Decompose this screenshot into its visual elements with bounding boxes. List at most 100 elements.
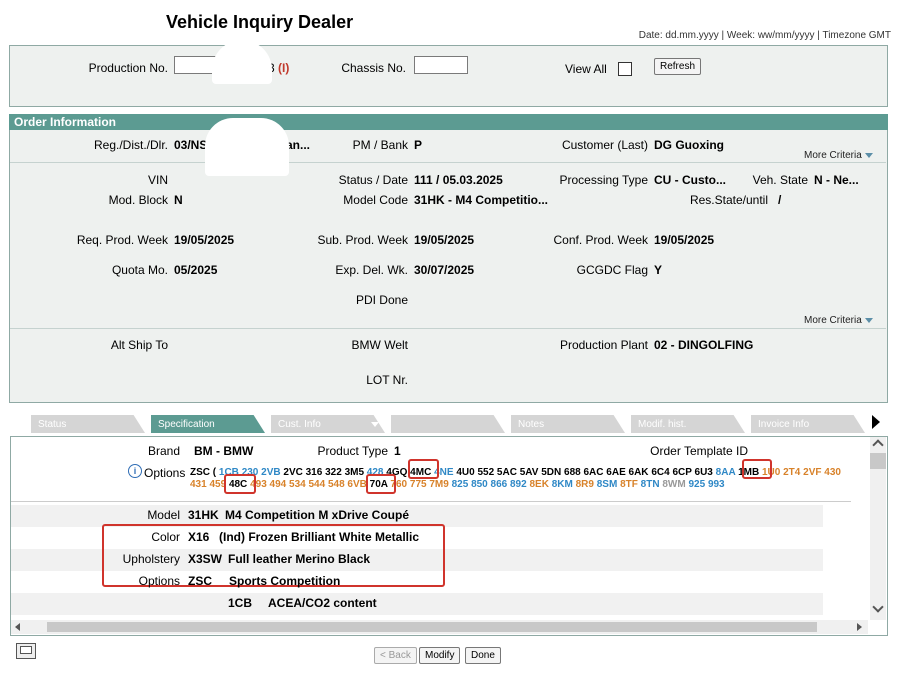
upholstery-label: Upholstery bbox=[122, 552, 180, 566]
option-code: 850 bbox=[471, 479, 488, 490]
sub-prod-week-value: 19/05/2025 bbox=[414, 233, 475, 247]
options-codes-line-2: 431 459 48C 493 494 534 544 548 6VB 70A … bbox=[190, 478, 725, 491]
refresh-button[interactable]: Refresh bbox=[654, 58, 702, 75]
print-icon[interactable] bbox=[16, 643, 36, 659]
bmw-welt-label: BMW Welt bbox=[351, 338, 408, 352]
brand-label: Brand bbox=[147, 444, 180, 458]
modify-button[interactable]: Modify bbox=[419, 647, 461, 664]
option-code: 5AV bbox=[519, 467, 539, 478]
option-code: 892 bbox=[510, 479, 527, 490]
option-code: 430 bbox=[824, 467, 841, 478]
option-code: 866 bbox=[490, 479, 508, 490]
print-icon-paper bbox=[20, 646, 32, 654]
info-icon[interactable]: i bbox=[128, 464, 142, 478]
production-no-label: Production No. bbox=[88, 61, 168, 75]
status-date-value: 111 / 05.03.2025 bbox=[414, 173, 503, 187]
conf-prod-week-label: Conf. Prod. Week bbox=[553, 233, 649, 247]
reg-dist-dlr-label: Reg./Dist./Dlr. bbox=[93, 138, 168, 152]
model-label: Model bbox=[147, 508, 180, 522]
option-code: 6VB bbox=[347, 479, 367, 490]
option-code: 3M5 bbox=[344, 467, 365, 478]
more-criteria-toggle-2[interactable]: More Criteria bbox=[804, 315, 873, 326]
vertical-scrollbar[interactable] bbox=[870, 437, 886, 620]
tab-cust-info[interactable]: Cust. Info bbox=[271, 415, 385, 433]
lot-nr-label: LOT Nr. bbox=[366, 373, 408, 387]
exp-del-wk-label: Exp. Del. Wk. bbox=[335, 263, 408, 277]
view-all-checkbox[interactable] bbox=[618, 62, 632, 76]
reg-dist-dlr-value-tail: an... bbox=[286, 138, 311, 152]
scroll-thumb[interactable] bbox=[870, 453, 886, 469]
scroll-down-icon[interactable] bbox=[872, 601, 884, 613]
option-code: 2VF bbox=[803, 467, 822, 478]
alt-ship-to-label: Alt Ship To bbox=[110, 338, 168, 352]
gcgdc-flag-value: Y bbox=[654, 263, 663, 277]
scroll-left-icon[interactable] bbox=[15, 623, 20, 631]
option-code: 2VB bbox=[261, 467, 281, 478]
option-code: 8WM bbox=[662, 479, 686, 490]
option-code: 316 bbox=[305, 467, 323, 478]
option-code: 8SM bbox=[596, 479, 618, 490]
option-code: 544 bbox=[308, 479, 326, 490]
pdi-done-label: PDI Done bbox=[355, 293, 408, 307]
color-description: (Ind) Frozen Brilliant White Metallic bbox=[219, 530, 420, 544]
option-code: 6AC bbox=[583, 467, 604, 478]
scroll-thumb-h[interactable] bbox=[47, 622, 817, 632]
scroll-up-icon[interactable] bbox=[872, 439, 884, 451]
page-title: Vehicle Inquiry Dealer bbox=[166, 12, 354, 32]
option-code: 7M9 bbox=[429, 479, 449, 490]
extra-option-code: 1CB bbox=[228, 596, 253, 610]
option-code: 431 bbox=[190, 479, 207, 490]
option-code: 548 bbox=[327, 479, 345, 490]
production-no-marker: (I) bbox=[278, 61, 290, 75]
tab-hidden[interactable] bbox=[391, 415, 505, 433]
option-code: 322 bbox=[325, 467, 342, 478]
production-plant-value: 02 - DINGOLFING bbox=[654, 338, 754, 352]
more-criteria-label: More Criteria bbox=[804, 315, 862, 326]
option-code: 2VC bbox=[283, 467, 303, 478]
option-code: 552 bbox=[477, 467, 495, 478]
chevron-down-icon bbox=[864, 152, 873, 158]
option-code: 8EK bbox=[529, 479, 549, 490]
highlight-1mb bbox=[742, 459, 772, 479]
option-code: 6U3 bbox=[694, 467, 713, 478]
tabs-scroll-right-icon[interactable] bbox=[872, 415, 880, 429]
back-button[interactable]: < Back bbox=[374, 647, 417, 664]
chevron-down-icon bbox=[371, 422, 379, 427]
chassis-no-input[interactable] bbox=[414, 56, 468, 74]
status-date-label: Status / Date bbox=[338, 173, 408, 187]
scroll-right-icon[interactable] bbox=[857, 623, 862, 631]
color-code: X16 bbox=[188, 530, 210, 544]
res-state-label: Res.State/until bbox=[689, 193, 768, 207]
order-info-panel bbox=[9, 114, 888, 403]
option-code: 2T4 bbox=[783, 467, 801, 478]
tab-modif-hist[interactable]: Modif. hist. bbox=[631, 415, 745, 433]
tab-invoice-info[interactable]: Invoice Info bbox=[751, 415, 865, 433]
tab-notes[interactable]: Notes bbox=[511, 415, 625, 433]
tab-specification[interactable]: Specification bbox=[151, 415, 265, 433]
exp-del-wk-value: 30/07/2025 bbox=[414, 263, 475, 277]
sub-prod-week-label: Sub. Prod. Week bbox=[317, 233, 409, 247]
option-code: 8KM bbox=[551, 479, 573, 490]
customer-last-label: Customer (Last) bbox=[561, 138, 648, 152]
option-code: 825 bbox=[451, 479, 469, 490]
req-prod-week-value: 19/05/2025 bbox=[174, 233, 235, 247]
req-prod-week-label: Req. Prod. Week bbox=[76, 233, 168, 247]
customer-last-value: DG Guoxing bbox=[654, 138, 724, 152]
product-type-label: Product Type bbox=[317, 444, 389, 458]
separator bbox=[11, 501, 851, 502]
mod-block-label: Mod. Block bbox=[108, 193, 168, 207]
tab-status[interactable]: Status bbox=[31, 415, 145, 433]
upholstery-description: Full leather Merino Black bbox=[228, 552, 371, 566]
reg-dist-dlr-value: 03/NS bbox=[174, 138, 208, 152]
highlight-4mc bbox=[408, 459, 439, 479]
quota-mo-value: 05/2025 bbox=[174, 263, 218, 277]
processing-type-label: Processing Type bbox=[559, 173, 649, 187]
horizontal-scrollbar[interactable] bbox=[11, 620, 868, 634]
more-criteria-toggle[interactable]: More Criteria bbox=[804, 150, 873, 161]
done-button[interactable]: Done bbox=[465, 647, 501, 664]
option-code: 6CP bbox=[672, 467, 692, 478]
option-code: 5DN bbox=[541, 467, 562, 478]
extra-row bbox=[11, 593, 823, 615]
option-code: 688 bbox=[564, 467, 581, 478]
color-label: Color bbox=[151, 530, 180, 544]
